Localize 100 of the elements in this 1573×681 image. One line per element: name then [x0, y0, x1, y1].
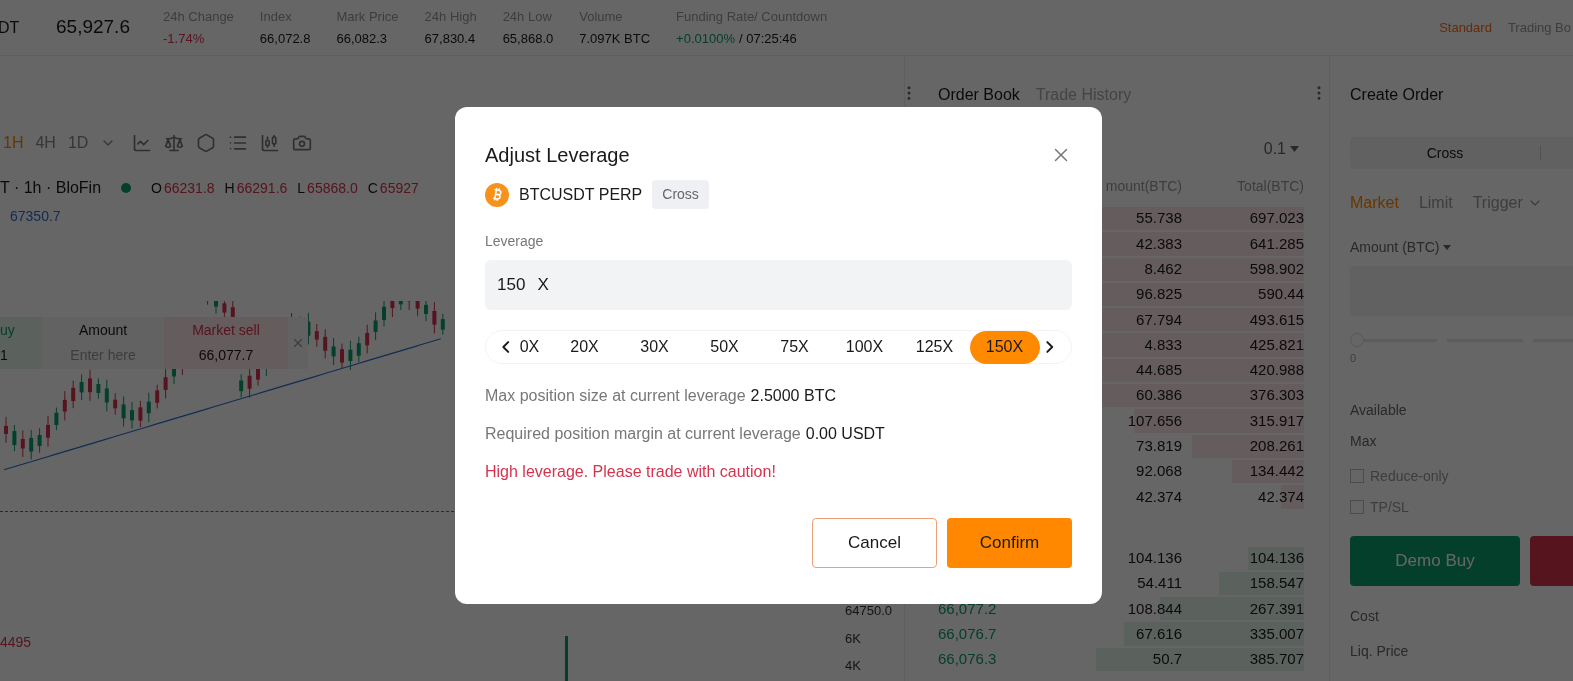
view-mode-tab[interactable]: Standard: [1439, 17, 1492, 38]
amount-cell-text: 8.462: [1144, 259, 1182, 279]
stat-value: 65,868.0: [502, 30, 554, 48]
amount-cell-text: 107.656: [1127, 410, 1182, 431]
stat-value: 7.097K BTC: [579, 30, 651, 48]
leverage-preset[interactable]: 50X: [689, 330, 760, 364]
scale-icon[interactable]: [164, 133, 185, 153]
total-cell-text: 267.391: [1249, 598, 1304, 619]
leverage-preset[interactable]: 100X: [829, 330, 900, 364]
amount-cell-text: 42.383: [1136, 233, 1182, 254]
ohlc-value: 65927: [379, 178, 419, 198]
total-cell-text: 420.988: [1249, 360, 1304, 381]
margin-mode-select[interactable]: Cross: [1350, 137, 1573, 169]
caret-icon[interactable]: [1290, 146, 1299, 152]
ohlc-key: H: [224, 177, 235, 199]
total-cell-text: 335.007: [1249, 623, 1304, 644]
margin-mode-tag: Cross: [652, 180, 709, 209]
amount-cell-text: 108.844: [1127, 598, 1182, 619]
cancel-button[interactable]: Cancel: [812, 518, 937, 568]
hexagon-icon[interactable]: [196, 133, 217, 153]
amount-cell-text: 50.7: [1152, 649, 1182, 670]
candlestick-icon[interactable]: [260, 133, 281, 153]
amount-cell-text: 67.616: [1136, 623, 1182, 644]
amount-cell-text: 104.136: [1127, 547, 1182, 568]
total-cell-text: 641.285: [1249, 233, 1304, 254]
price-cell-text: 66,077.2: [938, 598, 997, 619]
bitcoin-icon: [485, 182, 509, 207]
amount-cell-text: 60.386: [1136, 385, 1182, 406]
total-cell-text: 590.44: [1258, 284, 1304, 305]
total-cell-text: 493.615: [1249, 309, 1304, 330]
amount-cell-text: 73.819: [1136, 436, 1182, 457]
camera-icon[interactable]: [292, 133, 313, 153]
confirm-button[interactable]: Confirm: [947, 518, 1072, 568]
leverage-preset[interactable]: 125X: [899, 330, 970, 364]
axis-label: 4K: [845, 657, 861, 675]
caret-icon[interactable]: [1443, 245, 1452, 250]
leverage-preset[interactable]: 20X: [549, 330, 620, 364]
total-cell-text: 376.303: [1249, 385, 1304, 406]
stat-value: / 07:25:46: [739, 30, 797, 48]
indicator-icon[interactable]: [132, 133, 153, 153]
leverage-field[interactable]: 150 X: [485, 260, 1072, 310]
leverage-preset[interactable]: 150X: [969, 330, 1040, 364]
stat-value: 66,082.3: [336, 30, 388, 48]
panel-title: Create Order: [1350, 85, 1445, 105]
ohlc-key: O: [151, 177, 162, 199]
amount-cell-text: 67.794: [1136, 309, 1182, 330]
order-type-tab[interactable]: Market: [1350, 191, 1399, 215]
sell-quick-button[interactable]: Market sell 66,077.7: [164, 317, 288, 369]
stat-value: +0.0100%: [676, 30, 735, 48]
leverage-preset[interactable]: 0X: [509, 330, 550, 364]
available-label: Available: [1350, 400, 1408, 420]
info-value: 2.5000 BTC: [750, 386, 836, 406]
amount-cell-text: 54.411: [1137, 573, 1182, 594]
precision-select[interactable]: 0.1: [1263, 137, 1286, 161]
max-label: Max: [1350, 431, 1378, 451]
sell-button[interactable]: [1530, 535, 1573, 586]
leverage-preset[interactable]: 30X: [619, 330, 690, 364]
buy-button[interactable]: Demo Buy: [1350, 535, 1520, 586]
info-label: Max position size at current leverage: [485, 386, 746, 406]
total-cell-text: 158.547: [1249, 573, 1304, 594]
axis-label: 64750.0: [845, 602, 892, 620]
axis-label: 6K: [845, 629, 861, 648]
list-icon[interactable]: [228, 133, 249, 153]
ohlc-value: 65868.0: [307, 178, 358, 198]
stat-value: 67,830.4: [424, 30, 476, 48]
cost-label: Cost: [1350, 606, 1380, 626]
total-cell-text: 104.136: [1249, 547, 1304, 568]
amount-cell-text: 96.825: [1136, 284, 1182, 305]
checkbox[interactable]: [1350, 500, 1364, 514]
amount-cell-text: 55.738: [1136, 208, 1182, 229]
liq-price-label: Liq. Price: [1350, 641, 1410, 661]
dialog-title: Adjust Leverage: [485, 143, 630, 168]
ohlc-key: C: [367, 177, 378, 199]
buy-quick-button[interactable]: uy 1: [0, 317, 42, 369]
last-price: 65,927.6: [56, 15, 131, 40]
close-icon[interactable]: [291, 336, 305, 350]
stat-value: -1.74%: [163, 30, 205, 48]
field-label: Leverage: [485, 232, 545, 251]
total-cell-text: 208.261: [1249, 436, 1304, 457]
total-cell-text: 315.917: [1249, 410, 1304, 431]
symbol-text: DT: [0, 17, 21, 38]
total-cell-text: 134.442: [1249, 461, 1304, 482]
order-book-tab[interactable]: Order Book: [938, 83, 1020, 107]
amount-unit-select[interactable]: Amount (BTC): [1350, 237, 1440, 258]
total-cell-text: 425.821: [1249, 334, 1304, 355]
low-price-label: 4495: [0, 633, 32, 652]
warning-text: High leverage. Please trade with caution!: [485, 462, 777, 482]
total-cell-text: 42.374: [1258, 486, 1304, 507]
stat-value: 66,072.8: [259, 30, 311, 48]
amount-cell-text: 42.374: [1136, 486, 1182, 507]
amount-cell-text: 4.833: [1144, 334, 1182, 355]
ohlc-value: 66231.8: [163, 178, 215, 198]
interval-tab[interactable]: 1H: [3, 131, 24, 155]
checkbox[interactable]: [1350, 469, 1364, 483]
ma-value: 67350.7: [10, 207, 61, 226]
leverage-preset[interactable]: 75X: [759, 330, 830, 364]
price-cell-text: 66,076.7: [938, 623, 997, 644]
ohlc-key: L: [297, 177, 306, 199]
price-cell-text: 66,076.3: [938, 649, 997, 670]
total-cell-text: 697.023: [1249, 208, 1304, 229]
